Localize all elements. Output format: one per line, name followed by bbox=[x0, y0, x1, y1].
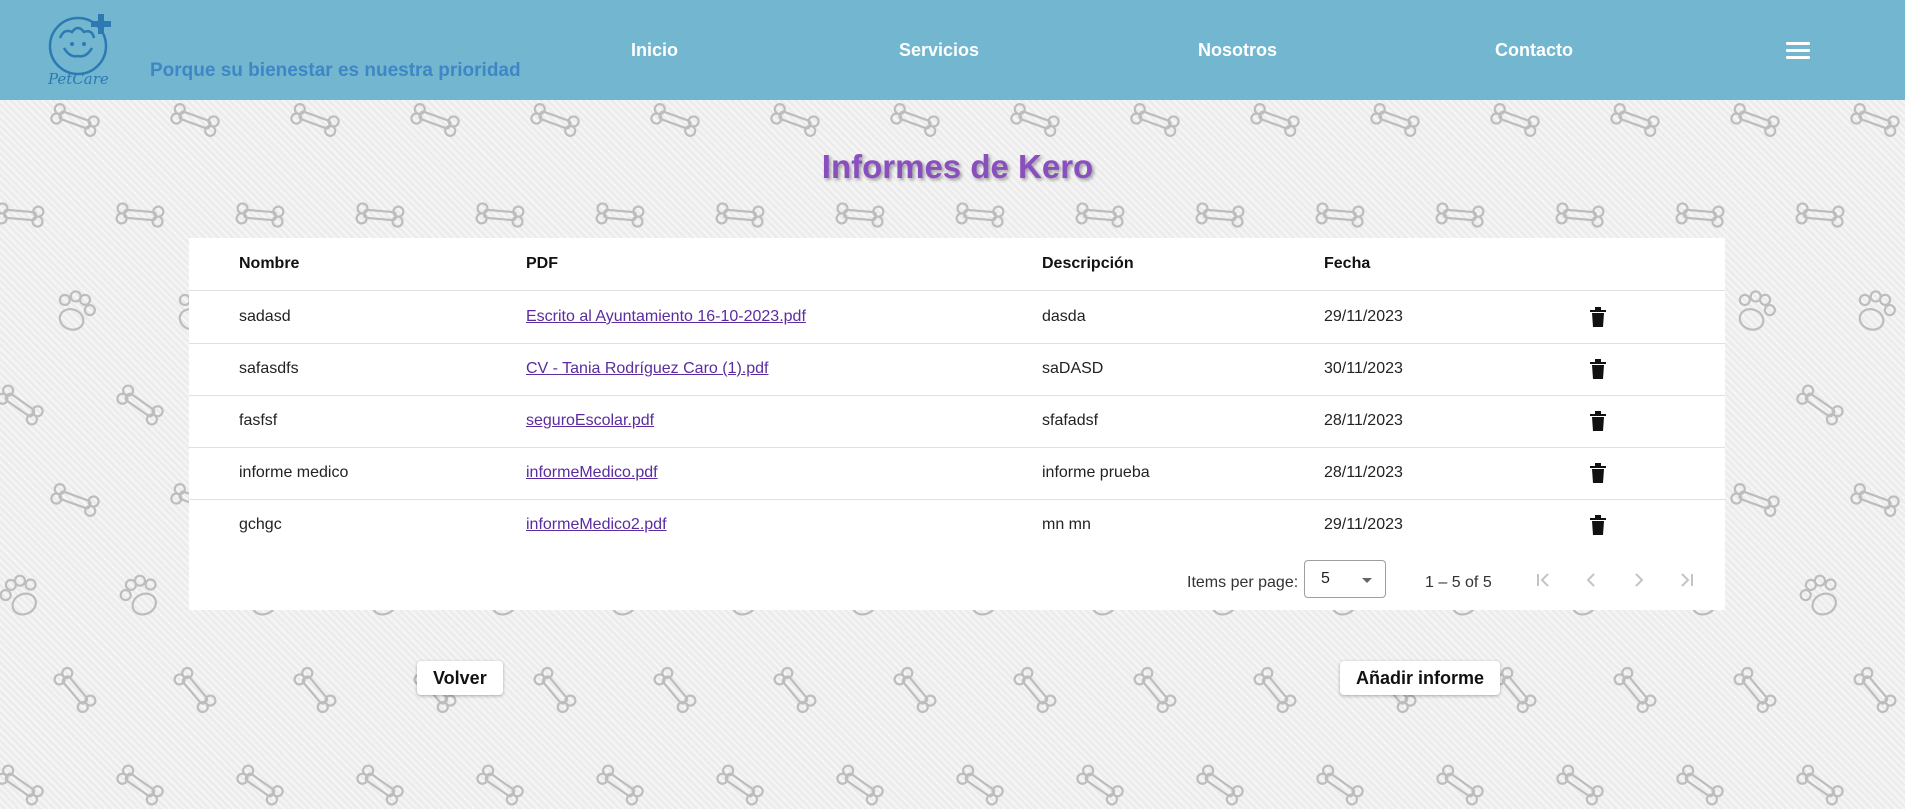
pdf-link[interactable]: CV - Tania Rodríguez Caro (1).pdf bbox=[526, 360, 768, 377]
table-row: safasdfs CV - Tania Rodríguez Caro (1).p… bbox=[189, 343, 1725, 396]
cell-descripcion: informe prueba bbox=[1042, 464, 1150, 481]
cell-descripcion: mn mn bbox=[1042, 516, 1091, 533]
delete-trash-icon[interactable] bbox=[1589, 515, 1607, 535]
cell-nombre: sadasd bbox=[239, 308, 291, 325]
table-row: fasfsf seguroEscolar.pdf sfafadsf 28/11/… bbox=[189, 395, 1725, 448]
column-header-descripcion[interactable]: Descripción bbox=[1042, 238, 1134, 290]
reports-table: Nombre PDF Descripción Fecha sadasd Escr… bbox=[189, 238, 1725, 610]
page-size-value: 5 bbox=[1321, 570, 1330, 587]
cell-descripcion: dasda bbox=[1042, 308, 1086, 325]
page-size-select[interactable]: 5 bbox=[1304, 560, 1386, 598]
chevron-down-icon bbox=[1362, 578, 1372, 583]
cell-fecha: 28/11/2023 bbox=[1324, 412, 1403, 429]
cell-fecha: 30/11/2023 bbox=[1324, 360, 1403, 377]
table-header-row: Nombre PDF Descripción Fecha bbox=[189, 238, 1725, 291]
delete-trash-icon[interactable] bbox=[1589, 307, 1607, 327]
nav-servicios[interactable]: Servicios bbox=[899, 40, 979, 61]
cell-pdf: CV - Tania Rodríguez Caro (1).pdf bbox=[526, 343, 768, 395]
delete-trash-icon[interactable] bbox=[1589, 463, 1607, 483]
cell-fecha: 29/11/2023 bbox=[1324, 308, 1403, 325]
column-header-pdf[interactable]: PDF bbox=[526, 238, 558, 290]
previous-page-icon[interactable] bbox=[1579, 568, 1603, 592]
cell-pdf: seguroEscolar.pdf bbox=[526, 395, 654, 447]
site-header: PetCare Porque su bienestar es nuestra p… bbox=[0, 0, 1905, 100]
nav-nosotros[interactable]: Nosotros bbox=[1198, 40, 1277, 61]
delete-trash-icon[interactable] bbox=[1589, 359, 1607, 379]
cell-pdf: informeMedico.pdf bbox=[526, 447, 658, 499]
tagline: Porque su bienestar es nuestra prioridad bbox=[150, 60, 521, 81]
cell-descripcion: saDASD bbox=[1042, 360, 1104, 377]
pdf-link[interactable]: informeMedico2.pdf bbox=[526, 516, 667, 533]
cell-nombre: informe medico bbox=[239, 464, 349, 481]
logo-wordmark: PetCare bbox=[48, 70, 109, 88]
column-header-nombre[interactable]: Nombre bbox=[239, 238, 299, 290]
hamburger-menu-icon[interactable] bbox=[1786, 42, 1810, 60]
nav-inicio[interactable]: Inicio bbox=[631, 40, 678, 61]
delete-trash-icon[interactable] bbox=[1589, 411, 1607, 431]
cell-nombre: gchgc bbox=[239, 516, 282, 533]
page-title: Informes de Kero bbox=[821, 148, 1094, 185]
cell-nombre: fasfsf bbox=[239, 412, 278, 429]
last-page-icon[interactable] bbox=[1675, 568, 1699, 592]
cell-pdf: informeMedico2.pdf bbox=[526, 499, 667, 551]
next-page-icon[interactable] bbox=[1627, 568, 1651, 592]
first-page-icon[interactable] bbox=[1531, 568, 1555, 592]
add-report-button[interactable]: Añadir informe bbox=[1340, 661, 1501, 695]
paginator: Items per page: 5 1 – 5 of 5 bbox=[189, 558, 1725, 610]
table-row: informe medico informeMedico.pdf informe… bbox=[189, 447, 1725, 500]
items-per-page-label: Items per page: bbox=[1187, 574, 1299, 591]
cell-pdf: Escrito al Ayuntamiento 16-10-2023.pdf bbox=[526, 291, 806, 343]
cell-nombre: safasdfs bbox=[239, 360, 299, 377]
column-header-fecha[interactable]: Fecha bbox=[1324, 238, 1370, 290]
nav-contacto[interactable]: Contacto bbox=[1495, 40, 1573, 61]
pdf-link[interactable]: Escrito al Ayuntamiento 16-10-2023.pdf bbox=[526, 308, 806, 325]
pdf-link[interactable]: informeMedico.pdf bbox=[526, 464, 658, 481]
cell-descripcion: sfafadsf bbox=[1042, 412, 1099, 429]
cell-fecha: 28/11/2023 bbox=[1324, 464, 1403, 481]
table-row: sadasd Escrito al Ayuntamiento 16-10-202… bbox=[189, 291, 1725, 344]
cell-fecha: 29/11/2023 bbox=[1324, 516, 1403, 533]
page-range-label: 1 – 5 of 5 bbox=[1425, 574, 1492, 591]
table-row: gchgc informeMedico2.pdf mn mn 29/11/202… bbox=[189, 499, 1725, 551]
back-button[interactable]: Volver bbox=[417, 661, 503, 695]
pdf-link[interactable]: seguroEscolar.pdf bbox=[526, 412, 654, 429]
